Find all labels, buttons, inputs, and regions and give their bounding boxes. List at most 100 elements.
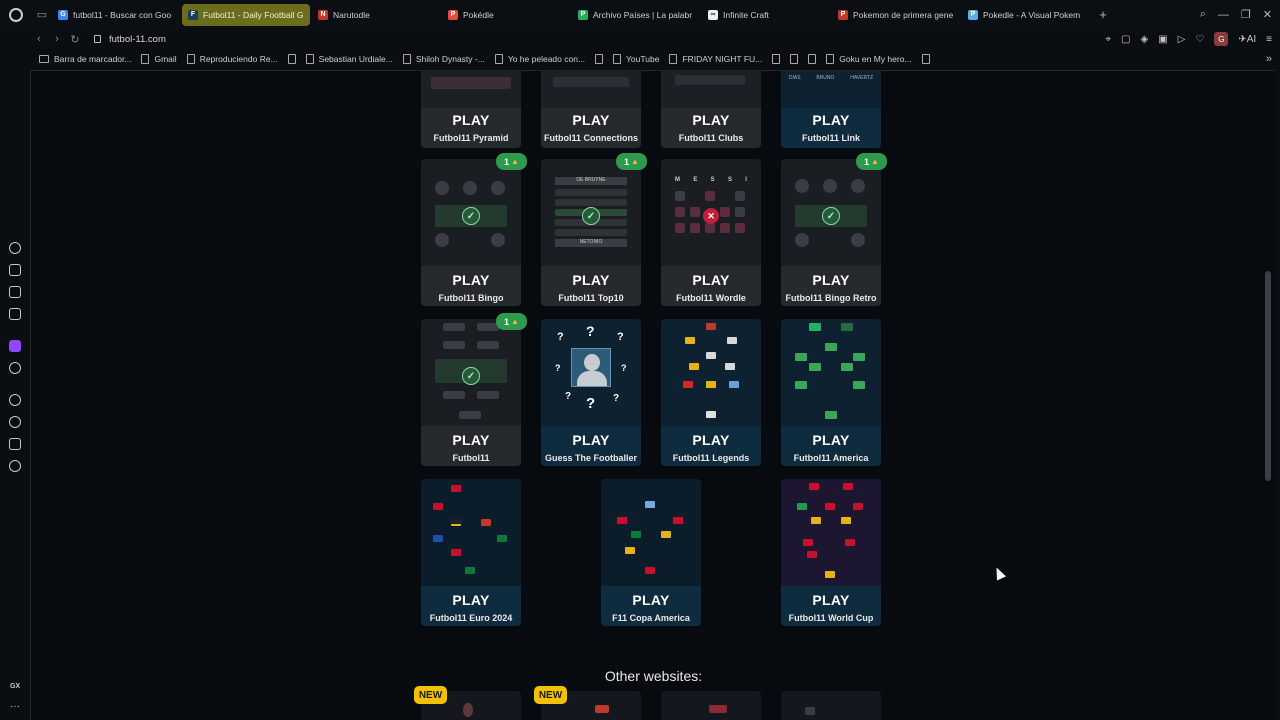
play-label: PLAY [692,272,730,288]
reload-icon[interactable]: ↻ [66,33,84,46]
bookmark-item[interactable]: Shiloh Dynasty -... [398,54,490,64]
menu-icon[interactable]: ≡ [1266,34,1272,45]
card-thumbnail [661,319,761,426]
bookmark-label: Goku en My hero... [839,54,912,64]
messenger-icon[interactable] [9,308,21,320]
game-card-legends[interactable]: PLAY Futbol11 Legends [661,319,761,466]
more-icon[interactable]: ··· [10,701,20,712]
letter: S [727,177,732,183]
history-icon[interactable] [9,416,21,428]
bookmarks-overflow-icon[interactable]: » [1266,53,1272,65]
bookmark-item[interactable] [590,54,608,64]
bookmark-item[interactable]: Reproduciendo Re... [182,54,283,64]
url-field[interactable]: futbol-11.com [94,34,166,45]
game-card-top10[interactable]: DE BRUYNE NETONIO ✓ PLAY Futbol11 Top10 [541,159,641,306]
maximize-icon[interactable]: ❐ [1241,8,1251,21]
game-card-clubs[interactable]: PLAY Futbol11 Clubs [661,71,761,148]
browser-tab[interactable]: F Futbol11 - Daily Football G [182,3,310,26]
game-card-pyramid[interactable]: PLAY Futbol11 Pyramid [421,71,521,148]
player-sidebar-icon[interactable] [9,394,21,406]
card-thumbnail [661,71,761,108]
minimize-icon[interactable]: — [1218,9,1229,21]
bookmark-item[interactable]: Goku en My hero... [821,54,916,64]
bookmark-item[interactable]: YouTube [608,54,664,64]
page-scrollbar[interactable] [1265,271,1271,481]
heart-icon[interactable]: ♡ [1195,34,1204,45]
bookmark-label: Gmail [154,54,177,64]
game-card-bingo-retro[interactable]: ✓ PLAY Futbol11 Bingo Retro [781,159,881,306]
search-tabs-icon[interactable]: ⌕ [1200,8,1206,21]
bookmark-label: Reproduciendo Re... [199,54,278,64]
forward-icon[interactable]: › [48,33,66,45]
cast-icon[interactable]: ▢ [1121,34,1130,45]
browser-tab[interactable]: ∞ Infinite Craft [702,4,830,26]
game-card-world-cup[interactable]: PLAY Futbol11 World Cup [781,479,881,626]
bookmark-item[interactable] [917,54,935,64]
page-icon [790,54,799,64]
twitch-icon[interactable] [9,340,21,352]
streak-count: 1 [504,156,510,167]
game-card-wordle[interactable]: M E S S I ✕ PLAY Futbol11 Wordle [661,159,761,306]
bookmark-item[interactable]: Yo he peleado con... [490,54,590,64]
settings-icon[interactable] [9,460,21,472]
back-icon[interactable]: ‹ [30,33,48,45]
opera-gx-logo-icon[interactable] [0,0,32,29]
aria-ai-button[interactable]: ✈AI [1238,34,1256,45]
gx-control-icon[interactable] [9,264,21,276]
other-websites-heading: Other websites: [604,668,703,684]
game-card-guess-footballer[interactable]: ? ? ? ? ? ? ? ? PLAY Guess The Footballe… [541,319,641,466]
new-tab-button[interactable]: + [1094,7,1112,22]
page-icon [186,54,195,64]
gx-label[interactable]: GX [10,683,20,690]
bookmark-item[interactable] [785,54,803,64]
game-card-connections[interactable]: PLAY Futbol11 Connections [541,71,641,148]
card-title: Futbol11 Pyramid [433,133,509,143]
browser-tab[interactable]: P Pokemon de primera gene [832,4,960,26]
other-site-card[interactable] [781,691,881,720]
gx-corner-icon[interactable] [9,286,21,298]
bookmark-item[interactable]: Sebastian Urdiale... [301,54,398,64]
browser-sidebar: GX ··· [0,70,30,720]
card-title: Futbol11 Clubs [678,133,744,143]
browser-tab[interactable]: N Narutodle [312,4,440,26]
game-card-copa-america[interactable]: PLAY F11 Copa America [601,479,701,626]
other-site-card[interactable] [661,691,761,720]
play-label: PLAY [572,272,610,288]
game-card-bingo[interactable]: ✓ PLAY Futbol11 Bingo [421,159,521,306]
link-name: DIAS [788,75,801,81]
bookmark-item[interactable]: FRIDAY NIGHT FU... [664,54,767,64]
snapshot-icon[interactable]: ⌖ [1105,34,1111,45]
bookmark-item[interactable] [803,54,821,64]
card-thumbnail [421,71,521,108]
game-card-futbol11[interactable]: ✓ PLAY Futbol11 [421,319,521,466]
tab-title: Narutodle [333,9,370,20]
browser-tab[interactable]: Gfutbol11 - Buscar con Goo [52,4,180,26]
bookmark-item[interactable] [767,54,785,64]
url-text[interactable]: futbol-11.com [109,34,166,45]
browser-tab[interactable]: P Pokedle - A Visual Pokem [962,4,1090,26]
question-mark-icon: ? [555,363,561,373]
link-name: HAVERTZ [850,75,874,81]
workspaces-icon[interactable]: ▭ [32,0,52,29]
browser-tab[interactable]: P Pokédle [442,4,570,26]
profile-avatar[interactable]: G [1214,32,1229,46]
shield-icon[interactable]: ◈ [1140,34,1148,45]
lock-icon [94,35,101,43]
game-card-america[interactable]: PLAY Futbol11 America [781,319,881,466]
bookmark-item[interactable]: Barra de marcador... [34,54,136,64]
bookmark-item[interactable] [283,54,301,64]
close-window-icon[interactable]: ✕ [1263,8,1272,21]
speed-dial-icon[interactable] [9,242,21,254]
browser-tab[interactable]: P Archivo Países | La palabr [572,4,700,26]
extensions-icon[interactable] [9,438,21,450]
game-card-euro-2024[interactable]: PLAY Futbol11 Euro 2024 [421,479,521,626]
wallet-icon[interactable]: ▣ [1158,34,1167,45]
tab-favicon-icon: P [578,9,588,20]
discord-icon[interactable] [9,362,21,374]
bookmark-item[interactable]: Gmail [136,54,181,64]
game-card-link[interactable]: DIAS BRUNO HAVERTZ PLAY Futbol11 Link [781,71,881,148]
question-mark-icon: ? [565,391,572,402]
tab-favicon-icon: P [968,9,978,20]
player-icon[interactable]: ▷ [1178,34,1186,45]
letter: E [693,177,698,183]
